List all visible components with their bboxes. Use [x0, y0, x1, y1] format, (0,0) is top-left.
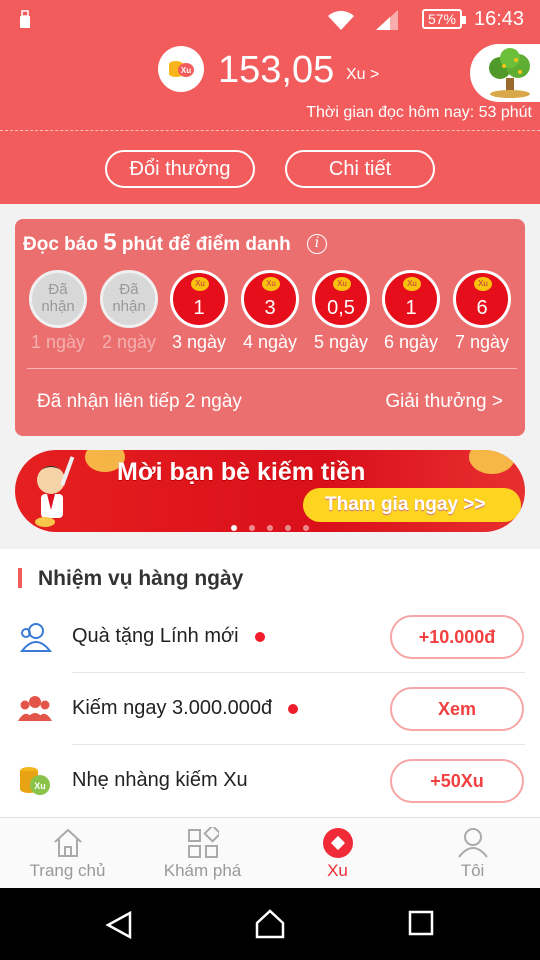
tab-label: Xu	[327, 861, 348, 880]
tab-explore[interactable]: Khám phá	[135, 818, 270, 889]
day-label: 2 ngày	[101, 332, 157, 352]
bottom-navigation: Trang chủ Khám phá Xu Tôi	[0, 817, 540, 888]
carousel-dot	[231, 525, 237, 531]
redeem-button[interactable]: Đổi thưởng	[105, 150, 255, 188]
daily-tasks-section: Nhiệm vụ hàng ngày Quà tặng Lính mới +10…	[0, 549, 540, 817]
coin-decoration	[469, 450, 515, 474]
home-button-icon[interactable]	[254, 908, 286, 940]
mini-coin-icon: Xu	[191, 277, 209, 291]
task-label: Quà tặng Lính mới	[72, 625, 265, 648]
checkin-divider	[27, 368, 517, 369]
checkin-day-7[interactable]: Xu 6 7 ngày	[452, 270, 512, 353]
mini-coin-icon: Xu	[474, 277, 492, 291]
task-row: Quà tặng Lính mới +10.000đ	[0, 601, 540, 673]
task-label: Nhẹ nhàng kiếm Xu	[72, 769, 248, 791]
day-bubble: Xu 1	[382, 270, 440, 328]
money-tree-icon	[489, 48, 530, 98]
header-divider	[0, 130, 540, 131]
checkin-day-3[interactable]: Xu 1 3 ngày	[169, 270, 229, 353]
tab-label: Khám phá	[163, 861, 242, 880]
tab-xu[interactable]: Xu	[270, 818, 405, 889]
back-icon[interactable]	[104, 910, 134, 940]
svg-text:Xu: Xu	[181, 66, 191, 75]
cartoon-man-icon	[35, 456, 75, 527]
day-label: 5 ngày	[313, 332, 369, 352]
day-bubble: Đã nhận	[100, 270, 158, 328]
checkin-day-1: Đã nhận 1 ngày	[28, 270, 88, 353]
tab-label: Tôi	[460, 861, 485, 880]
details-button[interactable]: Chi tiết	[285, 150, 435, 188]
day-bubble: Xu 0,5	[312, 270, 370, 328]
tab-label: Trang chủ	[29, 861, 106, 880]
checkin-day-4[interactable]: Xu 3 4 ngày	[240, 270, 300, 353]
checkin-day-2: Đã nhận 2 ngày	[99, 270, 159, 353]
new-indicator-dot	[254, 631, 265, 642]
recents-icon[interactable]	[408, 910, 434, 936]
signal-icon	[376, 10, 398, 30]
carousel-dots	[231, 518, 321, 532]
checkin-day-5[interactable]: Xu 0,5 5 ngày	[311, 270, 371, 353]
carousel-dot	[285, 525, 291, 531]
usb-icon	[20, 10, 30, 28]
xu-coin-icon: Xu	[158, 46, 204, 92]
day-label: 3 ngày	[171, 332, 227, 352]
day-label: 4 ngày	[242, 332, 298, 352]
banner-title: Mời bạn bè kiếm tiền	[117, 458, 366, 486]
rewards-link[interactable]: Giải thưởng >	[385, 391, 503, 413]
daily-tasks-title: Nhiệm vụ hàng ngày	[38, 567, 244, 590]
tab-home[interactable]: Trang chủ	[0, 818, 135, 889]
new-indicator-dot	[288, 703, 299, 714]
day-label: 6 ngày	[383, 332, 439, 352]
streak-text: Đã nhận liên tiếp 2 ngày	[37, 391, 242, 412]
carousel-dot	[249, 525, 255, 531]
home-icon	[53, 828, 82, 857]
section-marker	[18, 568, 22, 588]
money-tree-button[interactable]	[470, 44, 540, 102]
profile-icon	[457, 828, 488, 858]
battery-indicator: 57%	[422, 9, 466, 29]
system-navigation-bar	[0, 888, 540, 960]
wallet-header: Xu 153,05 Xu > Thời gian đọc hôm nay: 53…	[0, 40, 540, 204]
task-action-button[interactable]: Xem	[390, 687, 524, 731]
checkin-title: Đọc báo 5 phút để điểm danh	[23, 229, 291, 256]
day-label: 1 ngày	[30, 332, 86, 352]
day-bubble: Đã nhận	[29, 270, 87, 328]
day-bubble: Xu 1	[170, 270, 228, 328]
xu-icon	[322, 828, 353, 858]
explore-icon	[187, 827, 219, 858]
day-bubble: Xu 3	[241, 270, 299, 328]
checkin-card: Đọc báo 5 phút để điểm danh i Đã nhận 1 …	[15, 219, 525, 436]
wifi-icon	[328, 10, 354, 30]
invite-friends-banner[interactable]: Mời bạn bè kiếm tiền Tham gia ngay >>	[15, 450, 525, 532]
coins-icon: Xu	[20, 767, 50, 795]
xu-balance[interactable]: 153,05	[218, 48, 334, 92]
day-label: 7 ngày	[454, 332, 510, 352]
join-now-button[interactable]: Tham gia ngay >>	[303, 488, 521, 522]
status-bar: 57% 16:43	[0, 0, 540, 40]
svg-text:Xu: Xu	[34, 781, 46, 791]
clock: 16:43	[474, 8, 525, 30]
xu-balance-unit[interactable]: Xu >	[346, 66, 379, 84]
mini-coin-icon: Xu	[262, 277, 280, 291]
checkin-day-6[interactable]: Xu 1 6 ngày	[381, 270, 441, 353]
carousel-dot	[267, 525, 273, 531]
today-reading-time: Thời gian đọc hôm nay: 53 phút	[306, 104, 532, 121]
group-icon	[18, 696, 52, 721]
day-bubble: Xu 6	[453, 270, 511, 328]
task-row: Kiếm ngay 3.000.000đ Xem	[0, 673, 540, 745]
tab-profile[interactable]: Tôi	[405, 818, 540, 889]
task-action-button[interactable]: +10.000đ	[390, 615, 524, 659]
carousel-dot	[303, 525, 309, 531]
info-icon[interactable]: i	[307, 234, 327, 254]
mini-coin-icon: Xu	[403, 277, 421, 291]
task-action-button[interactable]: +50Xu	[390, 759, 524, 803]
mini-coin-icon: Xu	[333, 277, 351, 291]
task-label: Kiếm ngay 3.000.000đ	[72, 697, 299, 720]
new-user-icon	[19, 623, 52, 652]
task-row: Xu Nhẹ nhàng kiếm Xu +50Xu	[0, 745, 540, 817]
